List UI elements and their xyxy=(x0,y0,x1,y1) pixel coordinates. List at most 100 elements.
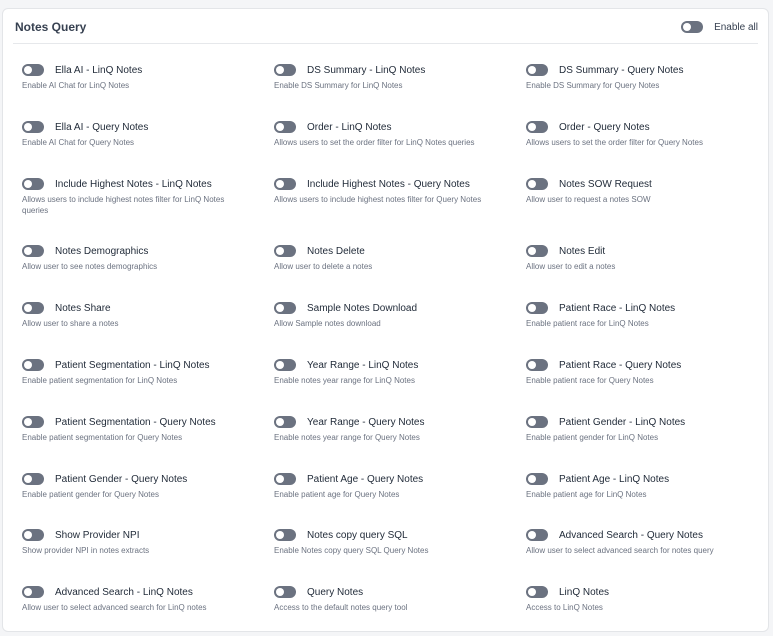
setting-toggle[interactable] xyxy=(274,302,296,314)
setting-toggle[interactable] xyxy=(526,121,548,133)
setting-toggle[interactable] xyxy=(274,359,296,371)
setting-name: Include Highest Notes - LinQ Notes xyxy=(55,178,212,190)
setting-description: Allows users to set the order filter for… xyxy=(274,138,475,147)
setting-name: Ella AI - Query Notes xyxy=(55,121,149,133)
setting-toggle[interactable] xyxy=(22,302,44,314)
setting-row: Ella AI - LinQ Notes xyxy=(22,64,262,76)
setting-description: Access to the default notes query tool xyxy=(274,603,408,612)
setting-toggle[interactable] xyxy=(526,245,548,257)
setting-row: Notes copy query SQL xyxy=(274,529,514,541)
setting-patient-age-linq-notes: Patient Age - LinQ Notes Enable patient a… xyxy=(526,473,766,500)
setting-toggle[interactable] xyxy=(526,302,548,314)
toggle-knob xyxy=(276,475,284,483)
setting-order-query-notes: Order - Query Notes Allows users to set t… xyxy=(526,121,766,148)
setting-patient-race-linq-notes: Patient Race - LinQ Notes Enable patient … xyxy=(526,302,766,329)
setting-toggle[interactable] xyxy=(274,178,296,190)
setting-name: Notes Edit xyxy=(559,245,606,257)
setting-toggle[interactable] xyxy=(22,245,44,257)
setting-notes-copy-query-sql: Notes copy query SQL Enable Notes copy qu… xyxy=(274,529,514,556)
toggle-knob xyxy=(276,304,284,312)
setting-toggle[interactable] xyxy=(274,245,296,257)
setting-name: Patient Gender - LinQ Notes xyxy=(559,416,686,428)
setting-toggle[interactable] xyxy=(274,64,296,76)
setting-description: Enable patient segmentation for Query No… xyxy=(22,433,183,442)
setting-toggle[interactable] xyxy=(526,416,548,428)
setting-row: Query Notes xyxy=(274,586,514,598)
notes-query-panel: Notes Query Enable all Ella AI - LinQ No… xyxy=(2,8,769,632)
setting-toggle[interactable] xyxy=(274,473,296,485)
toggle-knob xyxy=(24,531,32,539)
toggle-knob xyxy=(528,475,536,483)
toggle-knob xyxy=(528,247,536,255)
setting-toggle[interactable] xyxy=(526,359,548,371)
setting-ds-summary-linq-notes: DS Summary - LinQ Notes Enable DS Summary… xyxy=(274,64,514,91)
setting-toggle[interactable] xyxy=(274,121,296,133)
setting-toggle[interactable] xyxy=(22,178,44,190)
setting-name: Notes Delete xyxy=(307,245,365,257)
setting-description: Enable notes year range for LinQ Notes xyxy=(274,376,415,385)
setting-toggle[interactable] xyxy=(22,586,44,598)
setting-name: DS Summary - LinQ Notes xyxy=(307,64,426,76)
setting-linq-notes: LinQ Notes Access to LinQ Notes xyxy=(526,586,766,613)
setting-toggle[interactable] xyxy=(22,473,44,485)
setting-description: Enable patient gender for Query Notes xyxy=(22,490,159,499)
setting-toggle[interactable] xyxy=(274,529,296,541)
setting-name: Notes SOW Request xyxy=(559,178,652,190)
setting-description: Enable DS Summary for LinQ Notes xyxy=(274,81,403,90)
setting-description: Allow user to select advanced search for… xyxy=(22,603,207,612)
setting-description: Enable AI Chat for LinQ Notes xyxy=(22,81,130,90)
setting-name: Query Notes xyxy=(307,586,364,598)
enable-all-control[interactable]: Enable all xyxy=(681,21,758,33)
setting-row: Patient Gender - Query Notes xyxy=(22,473,262,485)
setting-year-range-query-notes: Year Range - Query Notes Enable notes yea… xyxy=(274,416,514,443)
setting-description: Allow user to request a notes SOW xyxy=(526,195,651,204)
setting-advanced-search-query-notes: Advanced Search - Query Notes Allow user … xyxy=(526,529,766,556)
enable-all-toggle[interactable] xyxy=(681,21,704,33)
setting-row: Year Range - Query Notes xyxy=(274,416,514,428)
setting-notes-share: Notes Share Allow user to share a notes xyxy=(22,302,262,329)
setting-description: Access to LinQ Notes xyxy=(526,603,603,612)
setting-description: Show provider NPI in notes extracts xyxy=(22,546,150,555)
setting-toggle[interactable] xyxy=(526,64,548,76)
setting-name: Include Highest Notes - Query Notes xyxy=(307,178,470,190)
setting-row: Patient Age - LinQ Notes xyxy=(526,473,766,485)
setting-row: Advanced Search - Query Notes xyxy=(526,529,766,541)
setting-toggle[interactable] xyxy=(22,121,44,133)
setting-name: Notes Share xyxy=(55,302,111,314)
setting-toggle[interactable] xyxy=(22,359,44,371)
setting-toggle[interactable] xyxy=(22,64,44,76)
setting-toggle[interactable] xyxy=(526,586,548,598)
setting-notes-edit: Notes Edit Allow user to edit a notes xyxy=(526,245,766,272)
setting-name: Patient Segmentation - LinQ Notes xyxy=(55,359,210,371)
setting-query-notes: Query Notes Access to the default notes q… xyxy=(274,586,514,613)
setting-show-provider-npi: Show Provider NPI Show provider NPI in no… xyxy=(22,529,262,556)
setting-description: Enable AI Chat for Query Notes xyxy=(22,138,135,147)
setting-row: Patient Segmentation - LinQ Notes xyxy=(22,359,262,371)
setting-sample-notes-download: Sample Notes Download Allow Sample notes … xyxy=(274,302,514,329)
setting-patient-race-query-notes: Patient Race - Query Notes Enable patient… xyxy=(526,359,766,386)
toggle-knob xyxy=(528,361,536,369)
setting-row: Notes Edit xyxy=(526,245,766,257)
setting-description: Enable Notes copy query SQL Query Notes xyxy=(274,546,429,555)
setting-year-range-linq-notes: Year Range - LinQ Notes Enable notes year… xyxy=(274,359,514,386)
setting-toggle[interactable] xyxy=(274,586,296,598)
toggle-knob xyxy=(276,247,284,255)
setting-toggle[interactable] xyxy=(526,178,548,190)
setting-name: Sample Notes Download xyxy=(307,302,418,314)
setting-toggle[interactable] xyxy=(526,529,548,541)
setting-toggle[interactable] xyxy=(22,529,44,541)
setting-toggle[interactable] xyxy=(274,416,296,428)
toggle-knob xyxy=(528,588,536,596)
setting-row: DS Summary - Query Notes xyxy=(526,64,766,76)
setting-row: Year Range - LinQ Notes xyxy=(274,359,514,371)
setting-description: Allow user to see notes demographics xyxy=(22,262,158,271)
toggle-knob xyxy=(528,531,536,539)
setting-toggle[interactable] xyxy=(22,416,44,428)
toggle-knob xyxy=(24,304,32,312)
setting-name: Patient Gender - Query Notes xyxy=(55,473,188,485)
setting-toggle[interactable] xyxy=(526,473,548,485)
toggle-knob xyxy=(24,180,32,188)
setting-name: Order - Query Notes xyxy=(559,121,650,133)
setting-advanced-search-linq-notes: Advanced Search - LinQ Notes Allow user t… xyxy=(22,586,262,613)
toggle-knob xyxy=(276,361,284,369)
